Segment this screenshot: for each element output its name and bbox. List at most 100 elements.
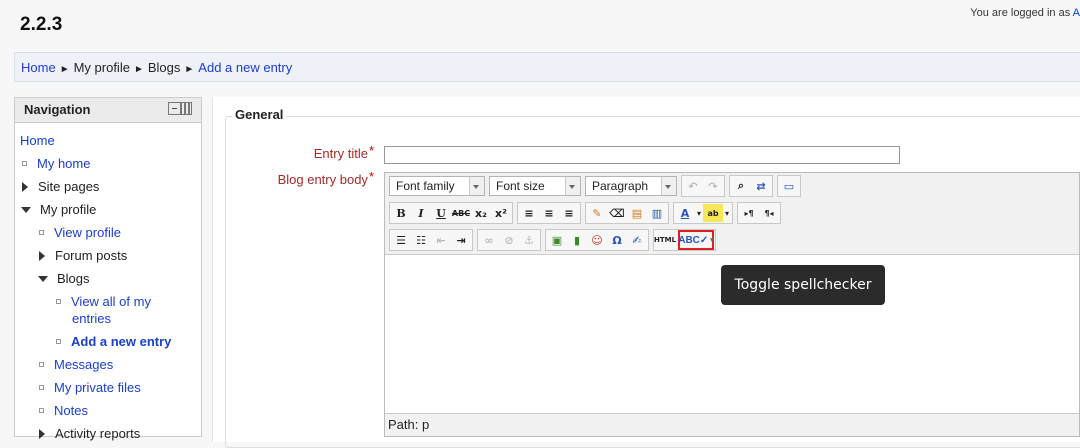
undo-group: ↶ ↷ [681, 175, 725, 197]
ltr-icon[interactable]: ▸¶ [739, 204, 759, 222]
redo-icon[interactable]: ↷ [703, 177, 723, 195]
color-group: A ▾ ab ▾ [673, 202, 733, 224]
cleanup-icon[interactable]: ✎ [587, 204, 607, 222]
direction-group: ▸¶ ¶◂ [737, 202, 781, 224]
search-group: ⌕ ⇄ [729, 175, 773, 197]
nav-item-view-profile[interactable]: View profile [39, 225, 121, 240]
nav-item-my-home[interactable]: My home [22, 156, 90, 171]
nav-item-my-profile[interactable]: My profile [21, 202, 96, 217]
nav-item-label[interactable]: Home [20, 133, 55, 148]
anchor-icon[interactable]: ⚓ [519, 231, 539, 249]
media-icon[interactable]: ▮ [567, 231, 587, 249]
bullet-icon [39, 230, 44, 236]
italic-icon[interactable]: I [411, 204, 431, 222]
insert-group: ▣ ▮ ☺ Ω ✍ [545, 229, 649, 251]
nav-item-blogs[interactable]: Blogs [38, 271, 90, 286]
spellchecker-tooltip: Toggle spellchecker [721, 265, 885, 305]
nav-item-home[interactable]: Home [20, 133, 55, 148]
link-icon[interactable]: ∞ [479, 231, 499, 249]
rtl-icon[interactable]: ¶◂ [759, 204, 779, 222]
eraser-icon[interactable]: ⌫ [607, 204, 627, 222]
site-title: 2.2.3 [20, 14, 63, 35]
outdent-icon[interactable]: ⇤ [431, 231, 451, 249]
strikethrough-icon[interactable]: ABC [451, 204, 471, 222]
nav-item-label[interactable]: My private files [54, 380, 141, 395]
html-icon[interactable]: HTML [654, 231, 676, 249]
editor-path: Path: p [388, 417, 430, 432]
align-right-icon[interactable]: ≡ [559, 204, 579, 222]
numbered-list-icon[interactable]: ☷ [411, 231, 431, 249]
block-dock-icon[interactable] [168, 102, 192, 115]
font-family-select[interactable]: Font family [389, 176, 485, 196]
entry-title-input[interactable] [384, 146, 900, 164]
nav-item-site-pages[interactable]: Site pages [22, 179, 99, 194]
nav-item-label[interactable]: Messages [54, 357, 113, 372]
nav-item-label[interactable]: My home [37, 156, 90, 171]
breadcrumb-add-new-entry[interactable]: Add a new entry [198, 60, 292, 75]
chevron-down-icon[interactable]: ▾ [695, 204, 703, 222]
nav-item-label[interactable]: Add a new entry [71, 334, 171, 349]
edit-icon[interactable]: ✍ [627, 231, 647, 249]
paste-word-icon[interactable]: ▥ [647, 204, 667, 222]
bullet-icon [39, 408, 44, 414]
toolbar-row-1: Font family Font size Paragraph ↶ ↷ ⌕ ⇄ … [389, 175, 805, 197]
spellchecker-button[interactable]: ABC✓ ▾ [678, 230, 714, 250]
paste-text-icon[interactable]: ▤ [627, 204, 647, 222]
image-icon[interactable]: ▣ [547, 231, 567, 249]
nav-item-activity-reports[interactable]: Activity reports [39, 426, 140, 441]
spellcheck-icon: ABC✓ [678, 234, 709, 246]
align-left-icon[interactable]: ≡ [519, 204, 539, 222]
required-icon: * [368, 169, 374, 184]
expanded-arrow-icon [38, 275, 48, 282]
navigation-block: Navigation Home My home Site pages My pr… [14, 97, 202, 441]
align-center-icon[interactable]: ≡ [539, 204, 559, 222]
fullscreen-group: ▭ [777, 175, 801, 197]
nav-item-notes[interactable]: Notes [39, 403, 88, 418]
nav-item-messages[interactable]: Messages [39, 357, 113, 372]
charmap-icon[interactable]: Ω [607, 231, 627, 249]
chevron-down-icon: ▾ [710, 237, 714, 244]
blog-body-label: Blog entry body* [277, 169, 374, 187]
undo-icon[interactable]: ↶ [683, 177, 703, 195]
font-size-select[interactable]: Font size [489, 176, 581, 196]
chevron-down-icon [565, 177, 580, 195]
chevron-down-icon [661, 177, 676, 195]
unlink-icon[interactable]: ⊘ [499, 231, 519, 249]
bullet-list-icon[interactable]: ☰ [391, 231, 411, 249]
underline-icon[interactable]: U [431, 204, 451, 222]
nav-item-label: Activity reports [55, 426, 141, 441]
find-icon[interactable]: ⌕ [731, 177, 751, 195]
bullet-icon [22, 161, 27, 167]
emoticon-icon[interactable]: ☺ [587, 231, 607, 249]
indent-icon[interactable]: ⇥ [451, 231, 471, 249]
nav-item-view-all-entries-cont[interactable]: entries [72, 311, 111, 326]
bold-icon[interactable]: B [391, 204, 411, 222]
navigation-header: Navigation [15, 98, 201, 123]
nav-item-label[interactable]: entries [72, 311, 111, 326]
align-group: ≡ ≡ ≡ [517, 202, 581, 224]
breadcrumb-my-profile: My profile [73, 60, 130, 75]
replace-icon[interactable]: ⇄ [751, 177, 771, 195]
text-color-icon[interactable]: A [675, 204, 695, 222]
breadcrumb-home[interactable]: Home [21, 60, 56, 75]
nav-item-label: My profile [40, 202, 97, 217]
login-user-link[interactable]: A [1073, 7, 1080, 19]
nav-item-private-files[interactable]: My private files [39, 380, 141, 395]
fullscreen-icon[interactable]: ▭ [779, 177, 799, 195]
paste-group: ✎ ⌫ ▤ ▥ [585, 202, 669, 224]
nav-item-add-new-entry[interactable]: Add a new entry [56, 334, 171, 349]
nav-item-label[interactable]: View profile [54, 225, 121, 240]
superscript-icon[interactable]: x² [491, 204, 511, 222]
code-group: HTML ABC✓ ▾ [653, 229, 716, 251]
collapsed-arrow-icon [22, 181, 28, 192]
nav-item-view-all-entries[interactable]: View all of my [56, 294, 151, 309]
collapsed-arrow-icon [39, 250, 45, 261]
subscript-icon[interactable]: x₂ [471, 204, 491, 222]
nav-item-label[interactable]: Notes [54, 403, 88, 418]
nav-item-forum-posts[interactable]: Forum posts [39, 248, 127, 263]
format-group: B I U ABC x₂ x² [389, 202, 513, 224]
highlight-icon[interactable]: ab [703, 204, 723, 222]
nav-item-label[interactable]: View all of my [71, 294, 151, 309]
format-select[interactable]: Paragraph [585, 176, 677, 196]
chevron-down-icon[interactable]: ▾ [723, 204, 731, 222]
